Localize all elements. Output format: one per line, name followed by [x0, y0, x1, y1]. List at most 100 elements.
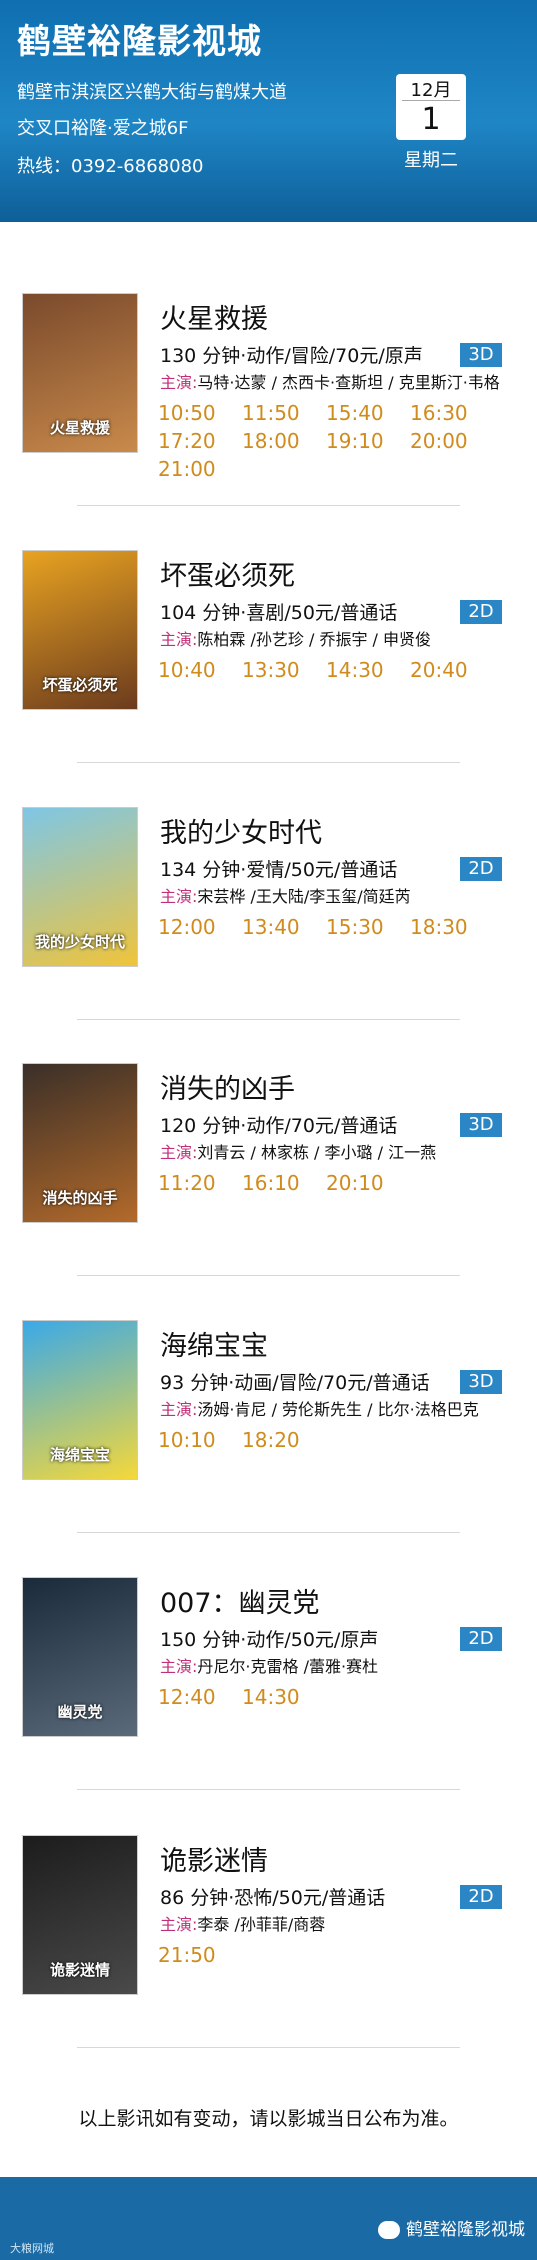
- movie-poster[interactable]: 消失的凶手: [22, 1063, 138, 1223]
- cast-label: 主演:: [160, 373, 198, 392]
- poster-title: 幽灵党: [57, 1703, 103, 1721]
- bottom-scallop-edge: [0, 2170, 537, 2186]
- showtime[interactable]: 12:40: [158, 1683, 242, 1711]
- showtime[interactable]: 14:30: [242, 1683, 326, 1711]
- poster-title: 我的少女时代: [34, 933, 125, 951]
- movie-poster[interactable]: 幽灵党: [22, 1577, 138, 1737]
- movie-poster[interactable]: 诡影迷情: [22, 1835, 138, 1995]
- cinema-name: 鹤壁裕隆影视城: [17, 22, 262, 62]
- poster-title: 海绵宝宝: [49, 1446, 110, 1464]
- cast-label: 主演:: [160, 630, 198, 649]
- showtime[interactable]: 10:40: [158, 656, 242, 684]
- movie-entry[interactable]: 坏蛋必须死 坏蛋必须死 104 分钟·喜剧/50元/普通话 2D 主演:陈柏霖 …: [0, 550, 537, 750]
- showtime[interactable]: 20:00: [410, 427, 494, 455]
- cast-names: 刘青云 / 林家栋 / 李小璐 / 江一燕: [197, 1143, 437, 1162]
- poster-title: 诡影迷情: [49, 1961, 110, 1979]
- showtime[interactable]: 10:10: [158, 1426, 242, 1454]
- showtime-list: 10:40 13:30 14:30 20:40: [158, 656, 498, 684]
- showtime[interactable]: 21:50: [158, 1941, 242, 1969]
- notice-text: 以上影讯如有变动，请以影城当日公布为准。: [78, 2108, 459, 2130]
- poster-title: 坏蛋必须死: [42, 676, 118, 694]
- movie-entry[interactable]: 幽灵党 007：幽灵党 150 分钟·动作/50元/原声 2D 主演:丹尼尔·克…: [0, 1577, 537, 1777]
- showtime[interactable]: 20:10: [326, 1169, 410, 1197]
- movie-info: 86 分钟·恐怖/50元/普通话: [160, 1887, 386, 1909]
- movie-title: 我的少女时代: [160, 818, 322, 849]
- watermark: 大粮网城: [10, 2242, 54, 2255]
- movie-cast: 主演:宋芸桦 /王大陆/李玉玺/简廷芮: [160, 883, 411, 907]
- cast-label: 主演:: [160, 1915, 198, 1934]
- movie-cast: 主演:马特·达蒙 / 杰西卡·查斯坦 / 克里斯汀·韦格: [160, 369, 500, 393]
- movie-entry[interactable]: 火星救援 火星救援 130 分钟·动作/冒险/70元/原声 3D 主演:马特·达…: [0, 293, 537, 493]
- wechat-icon: [378, 2221, 400, 2239]
- showtime-list: 10:10 18:20: [158, 1426, 498, 1454]
- showtime[interactable]: 18:20: [242, 1426, 326, 1454]
- cast-names: 李泰 /孙菲菲/商蓉: [197, 1915, 326, 1934]
- showtime[interactable]: 21:00: [158, 455, 242, 483]
- wechat-account[interactable]: 鹤壁裕隆影视城: [378, 2215, 525, 2240]
- format-badge: 2D: [460, 857, 502, 881]
- format-badge: 2D: [460, 1627, 502, 1651]
- poster-title: 火星救援: [49, 419, 110, 437]
- divider: [77, 1789, 460, 1790]
- movie-poster[interactable]: 我的少女时代: [22, 807, 138, 967]
- movie-title: 海绵宝宝: [160, 1331, 268, 1362]
- cast-names: 陈柏霖 /孙艺珍 / 乔振宇 / 申贤俊: [197, 630, 432, 649]
- movie-info: 93 分钟·动画/冒险/70元/普通话: [160, 1372, 430, 1394]
- showtime[interactable]: 19:10: [326, 427, 410, 455]
- showtime[interactable]: 16:10: [242, 1169, 326, 1197]
- calendar-icon: 12月 1: [396, 74, 466, 140]
- cast-names: 宋芸桦 /王大陆/李玉玺/简廷芮: [197, 887, 411, 906]
- showtime-list: 10:50 11:50 15:40 16:30 17:20 18:00 19:10 20:00…: [158, 399, 498, 483]
- format-badge: 3D: [460, 343, 502, 367]
- format-badge: 2D: [460, 1885, 502, 1909]
- showtime[interactable]: 14:30: [326, 656, 410, 684]
- divider: [77, 1275, 460, 1276]
- movie-poster[interactable]: 海绵宝宝: [22, 1320, 138, 1480]
- showtime[interactable]: 20:40: [410, 656, 494, 684]
- movie-cast: 主演:陈柏霖 /孙艺珍 / 乔振宇 / 申贤俊: [160, 626, 431, 650]
- showtime[interactable]: 13:40: [242, 913, 326, 941]
- wechat-name: 鹤壁裕隆影视城: [406, 2220, 525, 2240]
- movie-title: 诡影迷情: [160, 1846, 268, 1877]
- format-badge: 2D: [460, 600, 502, 624]
- movie-entry[interactable]: 诡影迷情 诡影迷情 86 分钟·恐怖/50元/普通话 2D 主演:李泰 /孙菲菲…: [0, 1835, 537, 2035]
- cast-names: 汤姆·肯尼 / 劳伦斯先生 / 比尔·法格巴克: [197, 1400, 479, 1419]
- showtime[interactable]: 17:20: [158, 427, 242, 455]
- movie-entry[interactable]: 我的少女时代 我的少女时代 134 分钟·爱情/50元/普通话 2D 主演:宋芸…: [0, 807, 537, 1007]
- header-banner: 鹤壁裕隆影视城 鹤壁市淇滨区兴鹤大街与鹤煤大道 交叉口裕隆·爱之城6F 热线：0…: [0, 0, 537, 222]
- calendar-month: 12月: [410, 80, 452, 101]
- movie-poster[interactable]: 坏蛋必须死: [22, 550, 138, 710]
- cast-label: 主演:: [160, 1400, 198, 1419]
- movie-info: 150 分钟·动作/50元/原声: [160, 1629, 379, 1651]
- movie-cast: 主演:刘青云 / 林家栋 / 李小璐 / 江一燕: [160, 1139, 436, 1163]
- format-badge: 3D: [460, 1370, 502, 1394]
- movie-entry[interactable]: 消失的凶手 消失的凶手 120 分钟·动作/70元/普通话 3D 主演:刘青云 …: [0, 1063, 537, 1263]
- showtime[interactable]: 10:50: [158, 399, 242, 427]
- divider: [77, 1019, 460, 1020]
- movie-poster[interactable]: 火星救援: [22, 293, 138, 453]
- cast-label: 主演:: [160, 887, 198, 906]
- divider: [77, 2047, 460, 2048]
- movie-title: 007：幽灵党: [160, 1588, 320, 1619]
- movie-entry[interactable]: 海绵宝宝 海绵宝宝 93 分钟·动画/冒险/70元/普通话 3D 主演:汤姆·肯…: [0, 1320, 537, 1520]
- movie-title: 火星救援: [160, 304, 268, 335]
- showtime[interactable]: 15:40: [326, 399, 410, 427]
- showtime[interactable]: 18:30: [410, 913, 494, 941]
- showtime[interactable]: 11:20: [158, 1169, 242, 1197]
- showtime-list: 12:00 13:40 15:30 18:30: [158, 913, 498, 941]
- movie-cast: 主演:丹尼尔·克雷格 /蕾雅·赛杜: [160, 1653, 378, 1677]
- showtime[interactable]: 15:30: [326, 913, 410, 941]
- showtime[interactable]: 12:00: [158, 913, 242, 941]
- cast-names: 马特·达蒙 / 杰西卡·查斯坦 / 克里斯汀·韦格: [197, 373, 500, 392]
- divider: [77, 505, 460, 506]
- divider: [77, 1532, 460, 1533]
- showtime-list: 12:40 14:30: [158, 1683, 498, 1711]
- movie-cast: 主演:李泰 /孙菲菲/商蓉: [160, 1911, 325, 1935]
- showtime[interactable]: 16:30: [410, 399, 494, 427]
- calendar-day: 1: [421, 102, 441, 137]
- calendar-weekday: 星期二: [404, 150, 458, 171]
- showtime[interactable]: 11:50: [242, 399, 326, 427]
- movie-info: 130 分钟·动作/冒险/70元/原声: [160, 345, 423, 367]
- showtime[interactable]: 18:00: [242, 427, 326, 455]
- showtime[interactable]: 13:30: [242, 656, 326, 684]
